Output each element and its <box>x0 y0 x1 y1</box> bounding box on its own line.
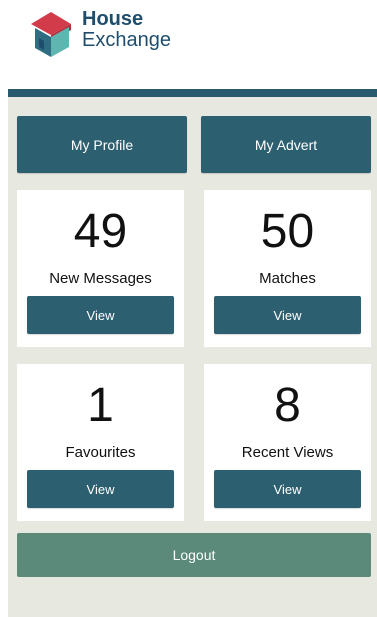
new-messages-label: New Messages <box>49 270 152 287</box>
favourites-label: Favourites <box>65 444 136 461</box>
brand-line-1: House <box>82 8 144 30</box>
header-divider <box>8 89 377 97</box>
view-favourites-button[interactable]: View <box>27 470 174 508</box>
view-recent-button[interactable]: View <box>214 470 361 508</box>
favourites-count: 1 <box>87 379 114 432</box>
recent-views-count: 8 <box>274 379 301 432</box>
brand-name: House Exchange <box>82 9 171 50</box>
matches-card: 50 Matches View <box>204 190 371 347</box>
my-advert-button[interactable]: My Advert <box>201 116 371 173</box>
recent-views-card: 8 Recent Views View <box>204 364 371 521</box>
brand-line-2: Exchange <box>82 29 171 51</box>
house-logo-icon <box>31 12 71 57</box>
logout-button[interactable]: Logout <box>17 533 371 577</box>
new-messages-card: 49 New Messages View <box>17 190 184 347</box>
matches-label: Matches <box>259 270 316 287</box>
matches-count: 50 <box>260 205 315 258</box>
my-profile-button[interactable]: My Profile <box>17 116 187 173</box>
favourites-card: 1 Favourites View <box>17 364 184 521</box>
app-header: House Exchange <box>0 0 377 90</box>
view-matches-button[interactable]: View <box>214 296 361 334</box>
new-messages-count: 49 <box>73 205 128 258</box>
view-messages-button[interactable]: View <box>27 296 174 334</box>
recent-views-label: Recent Views <box>241 444 334 461</box>
